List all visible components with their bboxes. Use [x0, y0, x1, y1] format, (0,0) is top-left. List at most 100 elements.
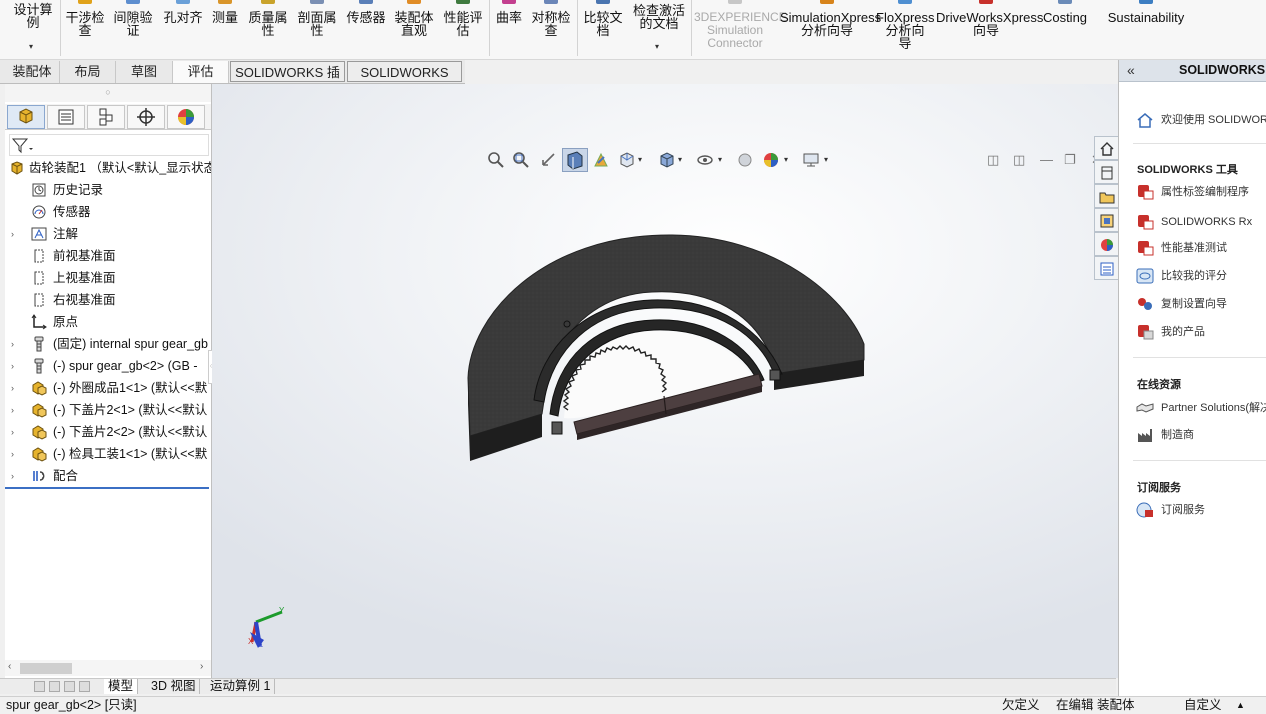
horizontal-scrollbar[interactable]: ‹ › [5, 660, 211, 676]
section-properties-button[interactable]: 剖面属 性 [294, 0, 340, 58]
chevron-down-icon[interactable]: ▾ [824, 155, 828, 164]
tree-rollback-bar[interactable] [5, 487, 209, 489]
chevron-down-icon[interactable]: ▾ [29, 42, 33, 51]
interference-check-button[interactable]: 干涉检 查 [62, 0, 108, 58]
curvature-button[interactable]: 曲率 [491, 0, 527, 58]
compare-documents-button[interactable]: 比较文 档 [580, 0, 626, 58]
display-style-icon[interactable] [658, 151, 676, 169]
feature-tree-tab[interactable] [7, 105, 45, 129]
tree-root-assembly[interactable]: 齿轮装配1 （默认<默认_显示状态- [5, 157, 211, 179]
driveworksxpress-button[interactable]: DriveWorksXpress 向导 [936, 0, 1043, 58]
chevron-down-icon[interactable]: ▾ [718, 155, 722, 164]
tab-file-explorer[interactable] [1094, 184, 1118, 208]
previous-view-icon[interactable] [540, 151, 558, 169]
expand-chevron-icon[interactable]: › [11, 399, 14, 421]
tree-item[interactable]: › (固定) internal spur gear_gb [5, 333, 211, 355]
display-manager-tab[interactable] [167, 105, 205, 129]
apply-scene-icon[interactable] [762, 151, 780, 169]
tree-item[interactable]: 右视基准面 [5, 289, 211, 311]
tree-item[interactable]: › (-) spur gear_gb<2> (GB - [5, 355, 211, 377]
tab-model[interactable]: 模型 [104, 679, 139, 694]
dynamic-annotation-icon[interactable] [592, 151, 610, 169]
costing-button[interactable]: Costing [1038, 0, 1092, 58]
tab-3d-views[interactable]: 3D 视图 [147, 679, 201, 694]
chevron-up-icon[interactable]: ▲ [1236, 697, 1245, 714]
graphics-area[interactable]: ▾ ▾ ▾ ▾ ▾ ◫ ◫ — ❐ ✕ Y X Z [212, 84, 1118, 678]
tab-view-palette[interactable] [1094, 208, 1118, 232]
view-orientation-icon[interactable] [618, 151, 636, 169]
units-custom-button[interactable]: 自定义 [1184, 697, 1222, 714]
next-tab-icon[interactable] [64, 681, 75, 692]
property-manager-tab[interactable] [47, 105, 85, 129]
sustainability-button[interactable]: Sustainability [1100, 0, 1192, 58]
split-right-icon[interactable]: ◫ [1013, 152, 1025, 168]
hide-show-items-icon[interactable] [696, 151, 714, 169]
tree-filter[interactable] [9, 134, 209, 156]
tab-layout[interactable]: 布局 [60, 61, 116, 83]
simulationxpress-button[interactable]: SimulationXpress 分析向导 [780, 0, 881, 58]
filter-icon[interactable] [10, 135, 34, 155]
tab-solidworks-resources[interactable] [1094, 136, 1118, 160]
tree-item[interactable]: 前视基准面 [5, 245, 211, 267]
section-view-button[interactable] [562, 148, 588, 172]
scroll-left-icon[interactable]: ‹ [8, 661, 11, 672]
sensor-button[interactable]: 传感器 [343, 0, 389, 58]
symmetry-check-button[interactable]: 对称检 查 [528, 0, 574, 58]
expand-chevron-icon[interactable]: › [11, 223, 14, 245]
chevron-down-icon[interactable]: ▾ [784, 155, 788, 164]
chevron-down-icon[interactable]: ▾ [638, 155, 642, 164]
hole-alignment-button[interactable]: 孔对齐 [160, 0, 206, 58]
tab-evaluate[interactable]: 评估 [173, 61, 229, 83]
view-settings-icon[interactable] [802, 151, 820, 169]
split-left-icon[interactable]: ◫ [987, 152, 999, 168]
tree-item[interactable]: 历史记录 [5, 179, 211, 201]
expand-chevron-icon[interactable]: › [11, 377, 14, 399]
expand-chevron-icon[interactable]: › [11, 421, 14, 443]
assembly-visualization-button[interactable]: 装配体 直观 [391, 0, 437, 58]
tree-item[interactable]: › (-) 下盖片2<1> (默认<<默认 [5, 399, 211, 421]
expand-chevron-icon[interactable]: › [11, 465, 14, 487]
zoom-to-fit-icon[interactable] [487, 151, 505, 169]
configuration-manager-tab[interactable] [87, 105, 125, 129]
tree-item[interactable]: 传感器 [5, 201, 211, 223]
tab-custom-properties[interactable] [1094, 256, 1118, 280]
dimxpert-manager-tab[interactable] [127, 105, 165, 129]
tree-item[interactable]: 上视基准面 [5, 267, 211, 289]
tree-item[interactable]: › 注解 [5, 223, 211, 245]
tab-appearances[interactable] [1094, 232, 1118, 256]
tree-item[interactable]: 原点 [5, 311, 211, 333]
last-tab-icon[interactable] [79, 681, 90, 692]
tree-item[interactable]: › 配合 [5, 465, 211, 487]
tab-solidworks-addins[interactable]: SOLIDWORKS 插件 [230, 61, 345, 102]
minimize-icon[interactable]: — [1040, 152, 1053, 167]
floxpress-button[interactable]: FloXpress 分析向 导 [876, 0, 935, 58]
performance-evaluation-button[interactable]: 性能评 估 [440, 0, 486, 58]
edit-appearance-icon[interactable] [736, 151, 754, 169]
scroll-thumb[interactable] [20, 663, 72, 674]
chevron-down-icon[interactable]: ▾ [678, 155, 682, 164]
tab-design-library[interactable] [1094, 160, 1118, 184]
prev-tab-icon[interactable] [49, 681, 60, 692]
collapse-pane-icon[interactable]: « [1127, 62, 1135, 78]
clearance-verification-button[interactable]: 间隙验 证 [110, 0, 156, 58]
assembly-model[interactable] [212, 84, 1118, 678]
expand-chevron-icon[interactable]: › [11, 443, 14, 465]
first-tab-icon[interactable] [34, 681, 45, 692]
mass-properties-button[interactable]: 质量属 性 [245, 0, 291, 58]
expand-chevron-icon[interactable]: › [11, 333, 14, 355]
tab-solidworks-mbd[interactable]: SOLIDWORKS MBD [347, 61, 462, 102]
zoom-to-area-icon[interactable] [512, 151, 530, 169]
panel-grip[interactable]: ○ [5, 84, 211, 102]
expand-chevron-icon[interactable]: › [11, 355, 14, 377]
tab-motion-study-1[interactable]: 运动算例 1 [206, 679, 276, 694]
tab-sketch[interactable]: 草图 [116, 61, 173, 83]
restore-icon[interactable]: ❐ [1064, 152, 1076, 168]
measure-button[interactable]: 测量 [206, 0, 244, 58]
tree-item[interactable]: › (-) 外圈成品1<1> (默认<<默 [5, 377, 211, 399]
tab-assembly[interactable]: 装配体 [5, 61, 60, 83]
3dexperience-simulation-connector-button[interactable]: 3DEXPERIENCE Simulation Connector [694, 0, 787, 58]
tree-item[interactable]: › (-) 下盖片2<2> (默认<<默认 [5, 421, 211, 443]
scroll-right-icon[interactable]: › [200, 661, 203, 672]
chevron-down-icon[interactable]: ▾ [655, 42, 659, 51]
tree-item[interactable]: › (-) 检具工装1<1> (默认<<默 [5, 443, 211, 465]
